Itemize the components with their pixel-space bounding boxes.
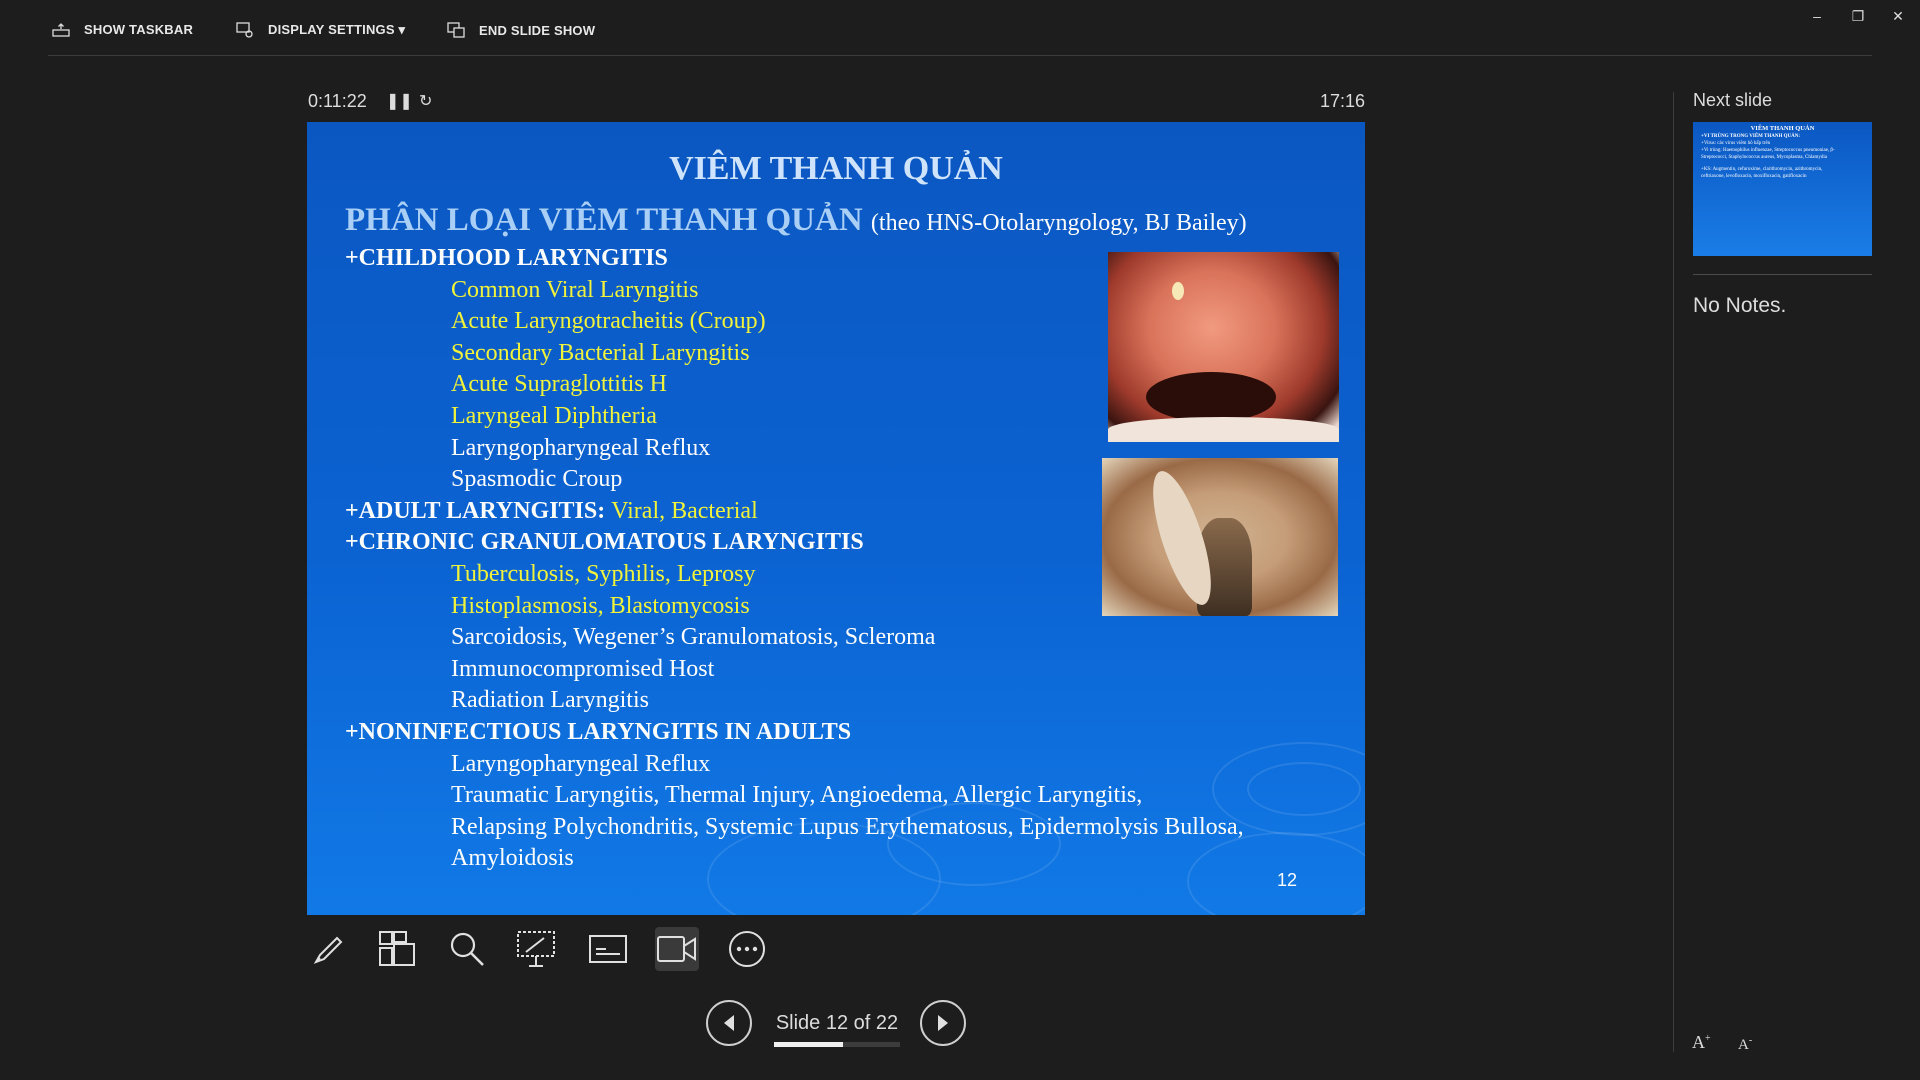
display-settings-icon xyxy=(236,22,253,38)
current-time: 17:16 xyxy=(1320,91,1366,111)
thumb-line: +Vi trùng: Haemophilus influenzae, Strep… xyxy=(1701,148,1835,153)
show-taskbar-button[interactable]: SHOW TASKBAR xyxy=(52,22,193,37)
slide-list-item: Acute Supraglottitis H xyxy=(451,371,667,398)
close-button[interactable]: ✕ xyxy=(1883,6,1913,26)
thumb-line: ceftriaxone, levofloxacin, moxifloxacin,… xyxy=(1701,174,1807,179)
more-options-icon xyxy=(729,931,765,967)
restore-button[interactable]: ❐ xyxy=(1843,6,1873,26)
speaker-notes: No Notes. xyxy=(1693,294,1787,317)
section-heading-text: +CHILDHOOD LARYNGITIS xyxy=(345,245,668,271)
notes-separator xyxy=(1693,274,1872,275)
taskbar-icon xyxy=(52,22,70,37)
slide-list-item: Laryngeal Diphtheria xyxy=(451,403,657,429)
thumb-line: +Virus: các virus viêm hô hấp trên xyxy=(1701,141,1771,146)
slide-list-item: Relapsing Polychondritis, Systemic Lupus… xyxy=(451,813,1244,840)
slide-progress-bar xyxy=(774,1042,900,1047)
laser-pointer-icon xyxy=(517,931,555,967)
sidebar-divider[interactable] xyxy=(1673,92,1674,1052)
next-slide-thumbnail[interactable]: VIÊM THANH QUẢN +VI TRÙNG TRONG VIÊM THA… xyxy=(1693,122,1872,256)
pause-timer-icon[interactable]: ❚❚ xyxy=(386,91,413,111)
next-slide-button[interactable] xyxy=(920,1000,966,1046)
display-settings-label: DISPLAY SETTINGS ▾ xyxy=(268,22,406,37)
pen-button[interactable] xyxy=(306,927,350,971)
pen-icon xyxy=(313,936,343,964)
camera-button[interactable] xyxy=(655,927,699,971)
slide-counter: Slide 12 of 22 xyxy=(775,1012,899,1034)
slide-page-number: 12 xyxy=(1277,870,1298,890)
larynx-photo-1 xyxy=(1108,252,1339,442)
section-heading-text: +ADULT LARYNGITIS: xyxy=(345,497,612,524)
slide-list-item: Spasmodic Croup xyxy=(451,466,623,493)
thumb-line: Streptococci, Staphylococcus aureus, Myc… xyxy=(1701,155,1827,160)
ripple-decoration xyxy=(1187,832,1365,915)
photo-highlight xyxy=(1172,282,1184,300)
slide-section-heading: +CHRONIC GRANULOMATOUS LARYNGITIS xyxy=(345,527,864,559)
end-show-icon xyxy=(447,22,465,38)
slide-title: VIÊM THANH QUẢN xyxy=(669,150,1003,187)
slide-list-item: Amyloidosis xyxy=(451,845,574,872)
zoom-button[interactable] xyxy=(445,927,489,971)
section-heading-detail: Viral, Bacterial xyxy=(611,497,758,524)
increase-font-button[interactable]: A+ xyxy=(1692,1032,1711,1053)
previous-slide-button[interactable] xyxy=(706,1000,752,1046)
slide-section-heading: +NONINFECTIOUS LARYNGITIS IN ADULTS xyxy=(345,717,851,749)
more-options-button[interactable] xyxy=(725,927,769,971)
slide-list-item: Histoplasmosis, Blastomycosis xyxy=(451,592,750,619)
slide-list-item: Laryngopharyngeal Reflux xyxy=(451,750,711,777)
thumb-line: +VI TRÙNG TRONG VIÊM THANH QUẢN: xyxy=(1701,134,1801,139)
slide-list-item: Tuberculosis, Syphilis, Leprosy xyxy=(451,561,756,587)
camera-icon xyxy=(657,936,696,962)
slide-list-item: Immunocompromised Host xyxy=(451,655,715,682)
presenter-top-bar: SHOW TASKBAR DISPLAY SETTINGS ▾ END SLID… xyxy=(48,0,1872,56)
slide-list-item: Common Viral Laryngitis xyxy=(451,276,699,303)
slide-list-item: Sarcoidosis, Wegener’s Granulomatosis, S… xyxy=(451,624,936,651)
thumb-title: VIÊM THANH QUẢN xyxy=(1750,125,1815,132)
decrease-font-button[interactable]: A- xyxy=(1738,1035,1752,1054)
minimize-icon: – xyxy=(1813,8,1821,24)
next-slide-label: Next slide xyxy=(1693,90,1773,110)
photo-teeth xyxy=(1108,417,1339,442)
slide-list-item: Radiation Laryngitis xyxy=(451,687,649,714)
slide-list-item: Traumatic Laryngitis, Thermal Injury, An… xyxy=(451,782,1143,809)
slide-list-item: Laryngopharyngeal Reflux xyxy=(451,434,711,461)
laser-pointer-button[interactable] xyxy=(514,927,558,971)
current-slide[interactable]: VIÊM THANH QUẢN PHÂN LOẠI VIÊM THANH QUẢ… xyxy=(307,122,1365,915)
see-all-slides-button[interactable] xyxy=(375,927,419,971)
minimize-button[interactable]: – xyxy=(1802,6,1832,26)
restore-icon: ❐ xyxy=(1851,7,1865,24)
slide-progress-fill xyxy=(774,1042,843,1047)
zoom-icon xyxy=(450,932,484,966)
slide-source: (theo HNS-Otolaryngology, BJ Bailey) xyxy=(870,210,1247,236)
elapsed-timer: 0:11:22 xyxy=(308,91,367,111)
slide-list-item: Acute Laryngotracheitis (Croup) xyxy=(451,308,766,335)
slide-subtitle-text: PHÂN LOẠI VIÊM THANH QUẢN xyxy=(345,202,863,238)
end-slide-show-label: END SLIDE SHOW xyxy=(479,22,596,38)
larynx-photo-2 xyxy=(1102,458,1338,616)
display-settings-button[interactable]: DISPLAY SETTINGS ▾ xyxy=(236,22,405,38)
photo-dark-cavity xyxy=(1146,372,1276,422)
thumb-line: +KS: Augmentin, cefuroxime, clarithromyc… xyxy=(1701,167,1823,172)
section-heading-text: +NONINFECTIOUS LARYNGITIS IN ADULTS xyxy=(345,719,852,745)
slide-section-heading: +CHILDHOOD LARYNGITIS xyxy=(345,243,668,275)
next-arrow-icon xyxy=(938,1015,948,1031)
show-taskbar-label: SHOW TASKBAR xyxy=(84,22,194,37)
subtitles-button[interactable] xyxy=(586,927,630,971)
previous-arrow-icon xyxy=(724,1015,734,1031)
slide-section-heading: +ADULT LARYNGITIS: Viral, Bacterial xyxy=(345,496,758,528)
restart-timer-icon[interactable]: ↻ xyxy=(419,91,432,111)
subtitles-icon xyxy=(589,935,627,963)
end-slide-show-button[interactable]: END SLIDE SHOW xyxy=(447,22,595,38)
close-icon: ✕ xyxy=(1892,7,1904,24)
section-heading-text: +CHRONIC GRANULOMATOUS LARYNGITIS xyxy=(345,529,864,556)
slide-list-item: Secondary Bacterial Laryngitis xyxy=(451,339,750,366)
slide-subtitle: PHÂN LOẠI VIÊM THANH QUẢN (theo HNS-Otol… xyxy=(345,202,1247,239)
all-slides-icon xyxy=(379,931,415,966)
